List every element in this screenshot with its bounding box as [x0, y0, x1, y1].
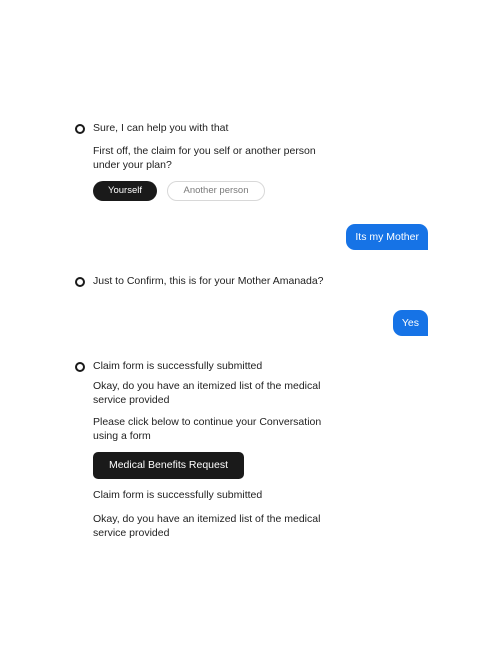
bot-message-confirm: Just to Confirm, this is for your Mother…	[93, 275, 324, 287]
option-another-person-button[interactable]: Another person	[167, 181, 265, 201]
option-yourself-button[interactable]: Yourself	[93, 181, 157, 201]
user-message-yes: Yes	[392, 310, 428, 336]
bot-message-question: First off, the claim for you self or ano…	[93, 145, 316, 171]
user-message-mother: Its my Mother	[346, 224, 428, 250]
bot-avatar-icon	[75, 362, 85, 372]
bot-message-continue: Please click below to continue your Conv…	[93, 416, 322, 442]
medical-benefits-request-button[interactable]: Medical Benefits Request	[93, 452, 244, 479]
bot-message-greeting: Sure, I can help you with that	[93, 122, 229, 134]
bot-avatar-icon	[75, 124, 85, 134]
bot-message-itemized: Okay, do you have an itemized list of th…	[93, 380, 321, 406]
bot-message-submitted: Claim form is successfully submitted	[93, 360, 263, 372]
bot-message-itemized-repeat: Okay, do you have an itemized list of th…	[93, 513, 321, 539]
bot-avatar-icon	[75, 277, 85, 287]
bot-message-submitted-repeat: Claim form is successfully submitted	[93, 489, 263, 501]
